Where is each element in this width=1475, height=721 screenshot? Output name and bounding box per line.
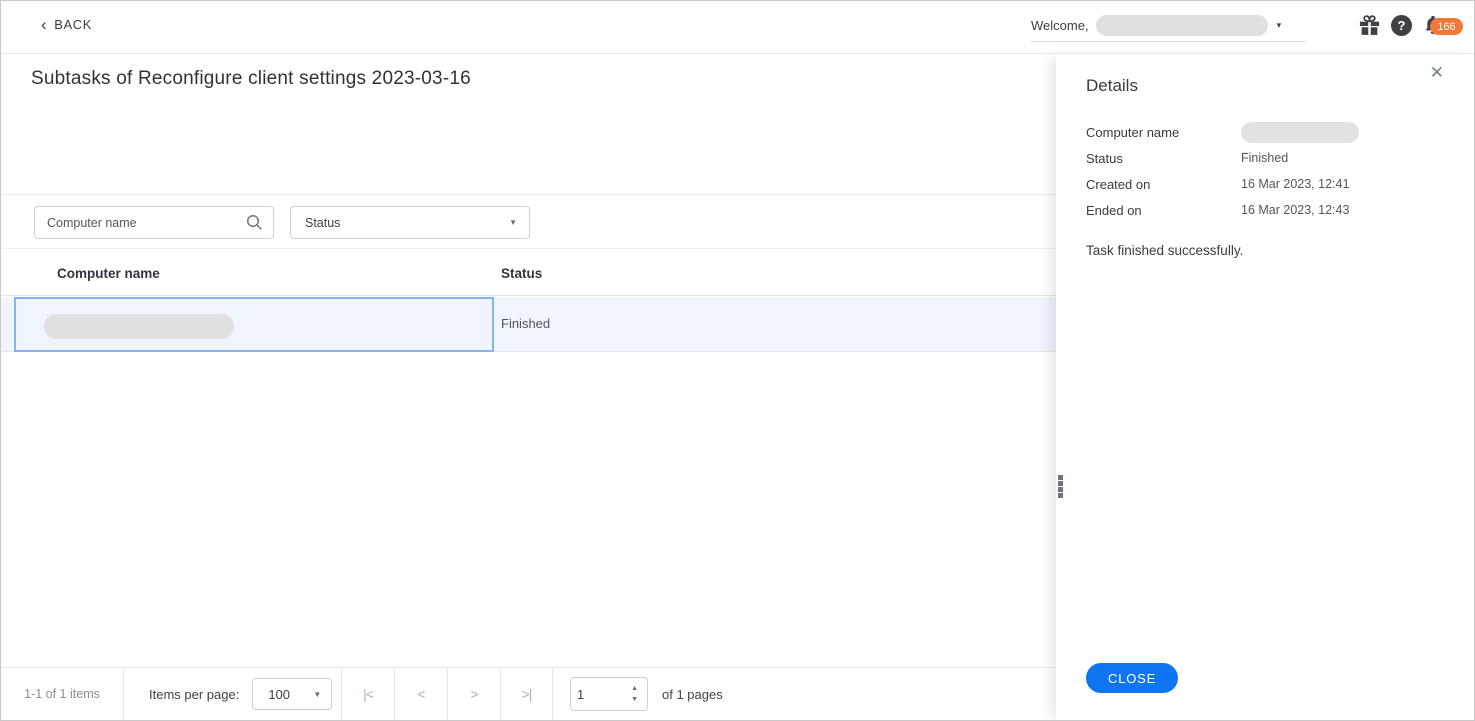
- divider: [1, 194, 1056, 195]
- chevron-down-icon: ▼: [313, 690, 321, 699]
- page-number-input[interactable]: [577, 687, 611, 702]
- field-label: Ended on: [1086, 203, 1241, 218]
- first-page-button[interactable]: |<: [341, 668, 394, 720]
- computer-name-redacted: [44, 314, 234, 339]
- spin-up-icon[interactable]: ▲: [631, 685, 638, 692]
- table-header: Computer name Status: [1, 248, 1056, 296]
- details-title: Details: [1086, 76, 1138, 96]
- task-result-message: Task finished successfully.: [1086, 243, 1243, 258]
- field-value-redacted: [1241, 122, 1359, 143]
- pages-label: of 1 pages: [662, 687, 723, 702]
- panel-resize-handle[interactable]: [1058, 475, 1063, 499]
- items-per-page-value: 100: [268, 687, 290, 702]
- gift-icon[interactable]: [1358, 14, 1381, 42]
- chevron-down-icon: ▼: [509, 218, 517, 227]
- items-per-page-label: Items per page:: [149, 687, 239, 702]
- details-fields: Computer name Status Finished Created on…: [1086, 119, 1431, 223]
- selected-cell-outline: [14, 297, 494, 352]
- back-chevron-icon: ‹: [41, 18, 47, 31]
- back-button[interactable]: ‹ BACK: [41, 17, 92, 32]
- last-page-button[interactable]: >|: [500, 668, 553, 720]
- top-bar: ‹ BACK Welcome, ▾ ? 166: [1, 1, 1474, 54]
- user-menu[interactable]: Welcome, ▾: [1031, 9, 1306, 42]
- pagination-bar: 1-1 of 1 items Items per page: 100 ▼ |< …: [1, 667, 1056, 720]
- detail-field-ended-on: Ended on 16 Mar 2023, 12:43: [1086, 197, 1431, 223]
- help-icon[interactable]: ?: [1391, 15, 1412, 36]
- page-title: Subtasks of Reconfigure client settings …: [31, 68, 471, 90]
- detail-field-status: Status Finished: [1086, 145, 1431, 171]
- page-number-spinner[interactable]: ▲ ▼: [570, 677, 648, 711]
- notification-badge[interactable]: 166: [1430, 18, 1463, 35]
- page-number-section: ▲ ▼ of 1 pages: [553, 668, 723, 720]
- details-panel: ✕ Details Computer name Status Finished …: [1056, 54, 1475, 720]
- spin-down-icon[interactable]: ▼: [631, 696, 638, 703]
- row-status-value: Finished: [501, 316, 550, 331]
- close-button[interactable]: CLOSE: [1086, 663, 1178, 693]
- computer-name-filter[interactable]: [34, 206, 274, 239]
- welcome-label: Welcome,: [1031, 18, 1089, 33]
- detail-field-computer-name: Computer name: [1086, 119, 1431, 145]
- column-header-status[interactable]: Status: [501, 266, 542, 281]
- close-icon[interactable]: ✕: [1430, 63, 1444, 83]
- field-value: 16 Mar 2023, 12:43: [1241, 203, 1349, 217]
- next-page-button[interactable]: >: [447, 668, 500, 720]
- status-filter-dropdown[interactable]: Status ▼: [290, 206, 530, 239]
- chevron-down-icon: ▾: [1277, 20, 1282, 31]
- field-label: Created on: [1086, 177, 1241, 192]
- items-per-page-section: Items per page: 100 ▼: [123, 668, 341, 720]
- table-row[interactable]: Finished: [1, 297, 1056, 352]
- field-label: Status: [1086, 151, 1241, 166]
- items-per-page-dropdown[interactable]: 100 ▼: [252, 678, 332, 710]
- column-header-computer-name[interactable]: Computer name: [57, 266, 160, 281]
- prev-page-button[interactable]: <: [394, 668, 447, 720]
- user-name-redacted: [1096, 15, 1268, 36]
- app-window: ‹ BACK Welcome, ▾ ? 166 Subtasks of: [0, 0, 1475, 721]
- field-value: 16 Mar 2023, 12:41: [1241, 177, 1349, 191]
- search-icon: [246, 214, 263, 231]
- computer-name-filter-input[interactable]: [47, 216, 246, 230]
- field-label: Computer name: [1086, 125, 1241, 140]
- items-summary: 1-1 of 1 items: [1, 668, 123, 720]
- detail-field-created-on: Created on 16 Mar 2023, 12:41: [1086, 171, 1431, 197]
- page-nav: |< < > >|: [341, 668, 553, 720]
- main-content: Subtasks of Reconfigure client settings …: [1, 54, 1056, 720]
- field-value: Finished: [1241, 151, 1288, 165]
- back-label: BACK: [54, 17, 92, 32]
- status-filter-label: Status: [305, 216, 340, 230]
